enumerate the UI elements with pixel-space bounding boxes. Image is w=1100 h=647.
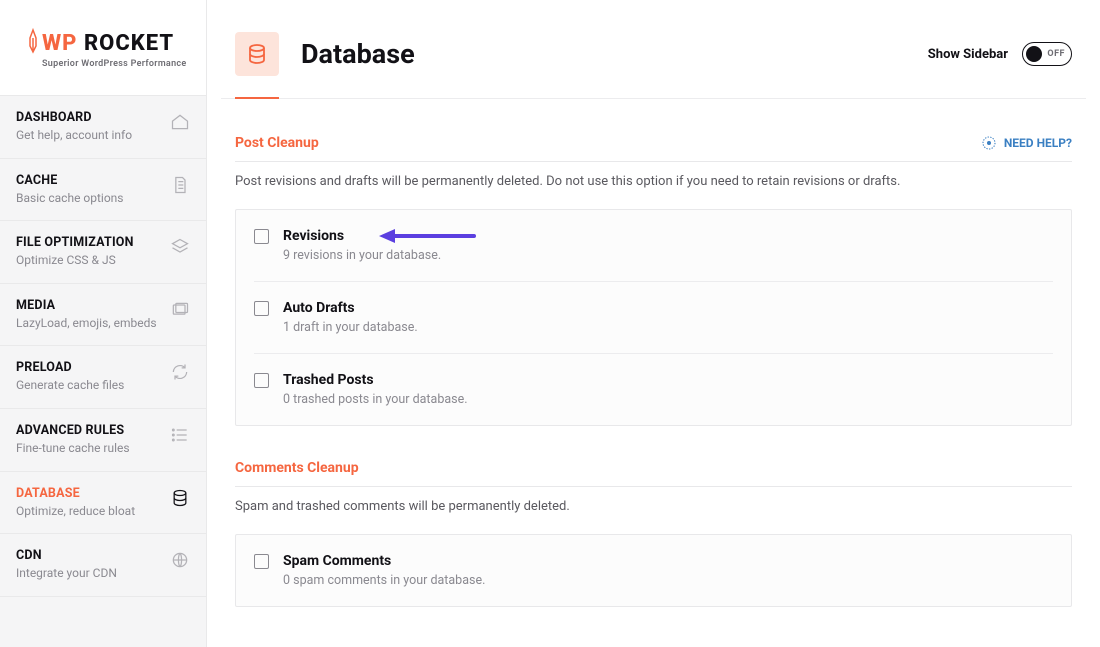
- nav: DASHBOARD Get help, account info CACHE B…: [0, 96, 206, 647]
- option-trashed-posts: Trashed Posts 0 trashed posts in your da…: [254, 354, 1053, 425]
- sidebar-item-dashboard[interactable]: DASHBOARD Get help, account info: [0, 96, 206, 159]
- nav-title: CDN: [16, 548, 117, 563]
- nav-sub: Fine-tune cache rules: [16, 441, 130, 457]
- sidebar: WP ROCKET Superior WordPress Performance…: [0, 0, 207, 647]
- database-icon: [170, 488, 190, 508]
- show-sidebar-toggle[interactable]: OFF: [1022, 42, 1072, 66]
- brand-part1: WP: [42, 31, 77, 56]
- need-help-text: NEED HELP?: [1004, 136, 1072, 150]
- sidebar-item-cdn[interactable]: CDN Integrate your CDN: [0, 534, 206, 597]
- panel: Database Show Sidebar OFF Post Cleanup N…: [221, 14, 1086, 607]
- rocket-logo-icon: [26, 28, 40, 54]
- section-desc: Spam and trashed comments will be perman…: [235, 499, 1072, 514]
- revisions-checkbox[interactable]: [254, 229, 269, 244]
- globe-icon: [170, 550, 190, 570]
- nav-title: CACHE: [16, 173, 124, 188]
- sidebar-item-cache[interactable]: CACHE Basic cache options: [0, 159, 206, 222]
- option-sub: 1 draft in your database.: [283, 320, 1053, 335]
- section-desc: Post revisions and drafts will be perman…: [235, 174, 1072, 189]
- sidebar-item-advanced-rules[interactable]: ADVANCED RULES Fine-tune cache rules: [0, 409, 206, 472]
- nav-sub: Integrate your CDN: [16, 566, 117, 582]
- option-spam-comments: Spam Comments 0 spam comments in your da…: [254, 535, 1053, 606]
- option-title: Spam Comments: [283, 553, 1053, 569]
- option-sub: 0 trashed posts in your database.: [283, 392, 1053, 407]
- panel-header: Database Show Sidebar OFF: [221, 14, 1086, 99]
- option-sub: 0 spam comments in your database.: [283, 573, 1053, 588]
- nav-sub: Optimize CSS & JS: [16, 253, 134, 269]
- database-header-icon: [235, 32, 279, 76]
- option-title: Trashed Posts: [283, 372, 1053, 388]
- nav-title: PRELOAD: [16, 360, 124, 375]
- sidebar-item-database[interactable]: DATABASE Optimize, reduce bloat: [0, 472, 206, 535]
- nav-sub: Basic cache options: [16, 191, 124, 207]
- toggle-state: OFF: [1047, 49, 1065, 59]
- option-revisions: Revisions 9 revisions in your database.: [254, 210, 1053, 282]
- nav-title: DASHBOARD: [16, 110, 132, 125]
- home-icon: [170, 112, 190, 132]
- nav-title: DATABASE: [16, 486, 135, 501]
- page-icon: [170, 175, 190, 195]
- refresh-icon: [170, 362, 190, 382]
- brand-tagline: Superior WordPress Performance: [42, 59, 188, 69]
- page-title: Database: [301, 38, 415, 70]
- section-header-post-cleanup: Post Cleanup NEED HELP?: [235, 135, 1072, 162]
- sidebar-item-file-optimization[interactable]: FILE OPTIMIZATION Optimize CSS & JS: [0, 221, 206, 284]
- option-title: Revisions: [283, 228, 1053, 244]
- help-icon: [981, 135, 997, 151]
- nav-title: MEDIA: [16, 298, 157, 313]
- brand-part2: ROCKET: [84, 31, 174, 56]
- trashed-posts-checkbox[interactable]: [254, 373, 269, 388]
- section-title: Comments Cleanup: [235, 460, 359, 476]
- comments-cleanup-options: Spam Comments 0 spam comments in your da…: [235, 534, 1072, 607]
- option-title: Auto Drafts: [283, 300, 1053, 316]
- option-auto-drafts: Auto Drafts 1 draft in your database.: [254, 282, 1053, 354]
- section-title: Post Cleanup: [235, 135, 319, 151]
- brand-logo: WP ROCKET Superior WordPress Performance: [0, 0, 206, 96]
- panel-body: Post Cleanup NEED HELP? Post revisions a…: [221, 99, 1086, 607]
- show-sidebar-label: Show Sidebar: [928, 47, 1008, 62]
- nav-sub: Generate cache files: [16, 378, 124, 394]
- need-help-link[interactable]: NEED HELP?: [981, 135, 1072, 151]
- option-sub: 9 revisions in your database.: [283, 248, 1053, 263]
- sidebar-item-preload[interactable]: PRELOAD Generate cache files: [0, 346, 206, 409]
- post-cleanup-options: Revisions 9 revisions in your database. …: [235, 209, 1072, 426]
- list-icon: [170, 425, 190, 445]
- main: Database Show Sidebar OFF Post Cleanup N…: [207, 0, 1100, 647]
- sidebar-item-media[interactable]: MEDIA LazyLoad, emojis, embeds: [0, 284, 206, 347]
- images-icon: [170, 300, 190, 320]
- layers-icon: [170, 237, 190, 257]
- nav-sub: Get help, account info: [16, 128, 132, 144]
- nav-title: FILE OPTIMIZATION: [16, 235, 134, 250]
- nav-sub: LazyLoad, emojis, embeds: [16, 316, 157, 332]
- nav-sub: Optimize, reduce bloat: [16, 504, 135, 520]
- nav-title: ADVANCED RULES: [16, 423, 130, 438]
- auto-drafts-checkbox[interactable]: [254, 301, 269, 316]
- spam-comments-checkbox[interactable]: [254, 554, 269, 569]
- section-header-comments-cleanup: Comments Cleanup: [235, 460, 1072, 487]
